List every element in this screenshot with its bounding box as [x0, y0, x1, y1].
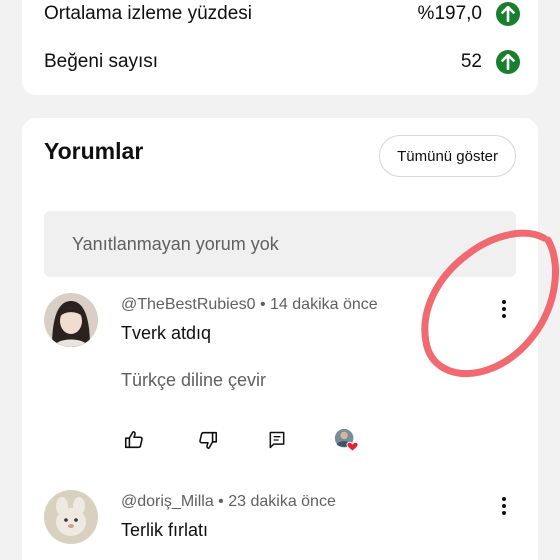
- dislike-icon[interactable]: [195, 427, 221, 453]
- comments-card: Yorumlar Tümünü göster Yanıtlanmayan yor…: [22, 118, 538, 560]
- show-all-button[interactable]: Tümünü göster: [379, 135, 516, 177]
- comment-meta: @TheBestRubies0 • 14 dakika önce: [121, 296, 378, 314]
- comment-actions: [121, 427, 361, 453]
- reply-icon[interactable]: [264, 427, 290, 453]
- meta-separator: •: [218, 493, 229, 510]
- stats-card: Ortalama izleme yüzdesi %197,0 Beğeni sa…: [22, 0, 538, 95]
- more-options-icon[interactable]: [498, 297, 510, 321]
- comment-item: @doriş_Milla • 23 dakika önce Terlik fır…: [44, 490, 516, 560]
- stat-label: Ortalama izleme yüzdesi: [44, 3, 253, 24]
- comment-meta: @doriş_Milla • 23 dakika önce: [121, 493, 336, 511]
- stat-row-watch-percentage: Ortalama izleme yüzdesi %197,0: [44, 2, 520, 26]
- arrow-up-icon: [496, 50, 520, 74]
- meta-separator: •: [259, 296, 271, 313]
- avatar[interactable]: [44, 490, 98, 544]
- avatar[interactable]: [44, 293, 98, 347]
- comment-author[interactable]: @TheBestRubies0: [121, 296, 256, 313]
- comment-text: Terlik fırlatı: [121, 520, 209, 540]
- comment-text: Tverk atdıq: [121, 323, 212, 343]
- comment-author[interactable]: @doriş_Milla: [121, 493, 214, 510]
- no-unanswered-notice: Yanıtlanmayan yorum yok: [44, 211, 516, 277]
- comment-time: 14 dakika önce: [270, 296, 378, 313]
- arrow-up-icon: [496, 2, 520, 26]
- stat-value: %197,0: [417, 3, 482, 24]
- translate-link[interactable]: Türkçe diline çevir: [121, 370, 266, 391]
- comment-time: 23 dakika önce: [228, 493, 336, 510]
- comments-title: Yorumlar: [44, 138, 144, 164]
- more-options-icon[interactable]: [498, 494, 510, 518]
- comment-item: @TheBestRubies0 • 14 dakika önce Tverk a…: [44, 293, 516, 458]
- stat-value: 52: [460, 51, 482, 72]
- like-icon[interactable]: [121, 427, 147, 453]
- stat-label: Beğeni sayısı: [44, 51, 159, 72]
- creator-heart-icon[interactable]: [333, 427, 359, 453]
- stat-row-likes: Beğeni sayısı 52: [44, 50, 520, 74]
